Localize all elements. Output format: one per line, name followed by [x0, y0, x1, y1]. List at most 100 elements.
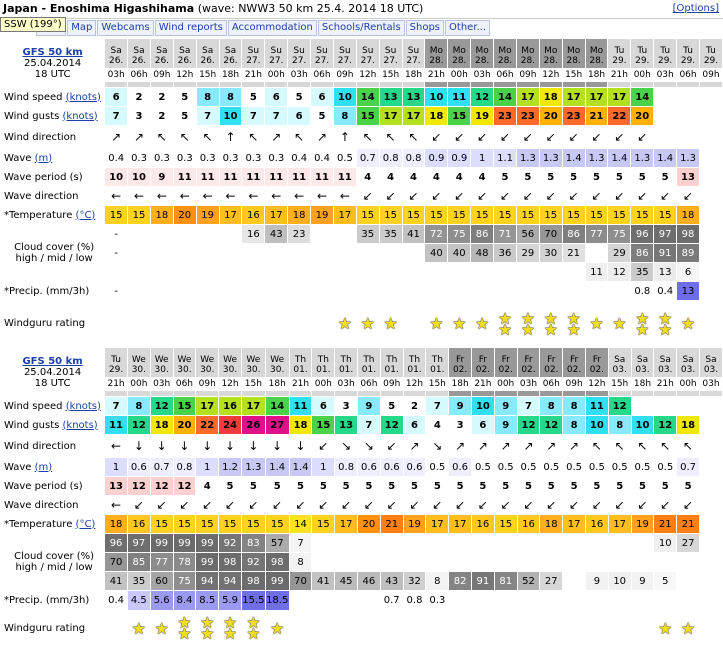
menu-item-2[interactable]: Webcams — [97, 20, 154, 36]
wave-direction-arrow-icon: ↙ — [493, 495, 518, 515]
date-label: 28. — [566, 56, 581, 66]
time-column-header: Mo 28. 21h — [424, 38, 449, 88]
menu-item-1[interactable]: Map — [67, 20, 97, 36]
menu-item-5[interactable]: Schools/Rentals — [317, 20, 405, 36]
wave-cell: 1.3 — [676, 148, 700, 168]
time-column-header: Th 01. 09h — [379, 347, 404, 397]
knots-link[interactable]: (knots) — [66, 92, 101, 103]
meters-link[interactable]: (m) — [35, 153, 53, 164]
menu-item-3[interactable]: Wind reports — [154, 20, 227, 36]
wave-period-cell: 5 — [379, 476, 404, 496]
date-label: 27. — [383, 56, 398, 66]
wind-gusts-cell: 20 — [630, 106, 655, 126]
wave-cell: 0.7 — [676, 457, 700, 477]
wave-cell: 1.3 — [538, 148, 563, 168]
hour-label: 00h — [448, 68, 470, 82]
time-column-header: Mo 28. 15h — [561, 38, 586, 88]
wind-speed-cell: 9 — [493, 396, 518, 416]
cloud-m-cell: 40 — [447, 243, 472, 263]
menu-item-6[interactable]: Shops — [405, 20, 445, 36]
wave-period-cell: 5 — [653, 167, 678, 187]
menu-item-4[interactable]: Accommodation — [227, 20, 317, 36]
wave-cell: 0.5 — [607, 457, 632, 477]
date-label: 27. — [314, 56, 330, 66]
wave-direction-arrow-icon: ↙ — [288, 495, 313, 515]
wind-direction-arrow-icon: ↖ — [584, 434, 609, 458]
model-link[interactable]: GFS 50 km — [22, 356, 82, 367]
cloud-l-cell: 41 — [104, 571, 128, 591]
rating-cell: ★ ★ — [538, 300, 563, 347]
rating-star-icon: ★ — [429, 314, 444, 333]
rating-cell — [264, 300, 289, 347]
date-label: 29. — [108, 365, 124, 375]
celsius-link[interactable]: (°C) — [76, 519, 96, 530]
cloud-m-cell — [149, 243, 174, 263]
knots-link[interactable]: (knots) — [63, 111, 98, 122]
wave-cell: 0.5 — [562, 457, 586, 477]
date-label: 29. — [612, 56, 627, 66]
cloud-m-cell — [378, 243, 403, 263]
wind-direction-arrow-icon: ↖ — [195, 125, 220, 149]
wind-direction-arrow-icon: ↙ — [607, 125, 632, 149]
precip-cell: 8.4 — [172, 590, 197, 611]
wind-speed-cell: 8 — [126, 396, 151, 416]
precip-cell: 15.5 — [240, 590, 266, 611]
rating-cell — [218, 300, 243, 347]
cloud-m-cell — [584, 243, 609, 263]
cloud-m-cell — [287, 243, 312, 263]
options-link[interactable]: [Options] — [673, 3, 719, 14]
cloud-l-cell: 91 — [471, 571, 495, 591]
precip-cell — [630, 590, 655, 611]
wind-gusts-cell: 20 — [538, 106, 563, 126]
time-column-header: Sa 26. 18h — [218, 38, 243, 88]
wind-speed-cell: 3 — [334, 396, 359, 416]
date-label: 29. — [657, 56, 673, 66]
wind-gusts-cell: 27 — [264, 415, 290, 435]
hour-label: 18h — [449, 377, 471, 391]
day-label: Sa — [682, 355, 694, 365]
date-label: 02. — [589, 365, 605, 375]
meters-link[interactable]: (m) — [35, 462, 53, 473]
wind-direction-arrow-icon: ↖ — [149, 125, 174, 149]
day-label: Th — [340, 355, 352, 365]
rating-cell: ★ — [584, 300, 609, 347]
cloud-l-cell: 11 — [584, 262, 609, 282]
rating-star-icon: ★ — [680, 314, 696, 333]
wind-direction-arrow-icon: ↓ — [240, 434, 266, 458]
hour-label: 12h — [174, 68, 196, 82]
wind-speed-cell: 8 — [218, 87, 243, 107]
temperature-cell: 15 — [218, 514, 242, 534]
wave-cell: 1.3 — [240, 457, 266, 477]
temperature-cell: 15 — [355, 205, 380, 225]
date-label: 28. — [474, 56, 490, 66]
cloud-h-cell: 10 — [653, 533, 678, 553]
hour-label: 06h — [311, 68, 333, 82]
wind-gusts-cell: 23 — [561, 106, 586, 126]
knots-link[interactable]: (knots) — [63, 420, 98, 431]
knots-link[interactable]: (knots) — [66, 401, 101, 412]
wave-direction-arrow-icon: ← — [149, 186, 174, 206]
cloud-l-cell — [310, 262, 334, 282]
time-column-header: Sa 26. 06h — [127, 38, 151, 88]
temperature-cell: 15 — [401, 205, 426, 225]
precip-cell: 0.4 — [653, 281, 678, 301]
cloud-h-cell: 99 — [172, 533, 197, 553]
celsius-link[interactable]: (°C) — [76, 210, 96, 221]
wave-period-cell: 4 — [401, 167, 426, 187]
wind-direction-arrow-icon: ↙ — [630, 125, 655, 149]
date-label: 01. — [407, 365, 422, 375]
wind-gusts-cell: 12 — [516, 415, 541, 435]
rating-star-icon: ★ — [589, 314, 604, 333]
model-link[interactable]: GFS 50 km — [23, 47, 83, 58]
cloud-l-cell: 8 — [425, 571, 450, 591]
wind-direction-arrow-icon: ↗ — [493, 434, 518, 458]
wave-direction-arrow-icon: ↙ — [378, 186, 403, 206]
day-label: Sa — [659, 355, 671, 365]
wave-direction-arrow-icon: ↙ — [195, 495, 220, 515]
menu-item-7[interactable]: Other... — [445, 20, 491, 36]
wind-direction-arrow-icon: ↗ — [471, 434, 495, 458]
date-label: 28. — [497, 56, 513, 66]
hour-label: 09h — [334, 68, 356, 82]
precip-cell — [288, 590, 313, 611]
wave-direction-arrow-icon: ← — [104, 186, 129, 206]
